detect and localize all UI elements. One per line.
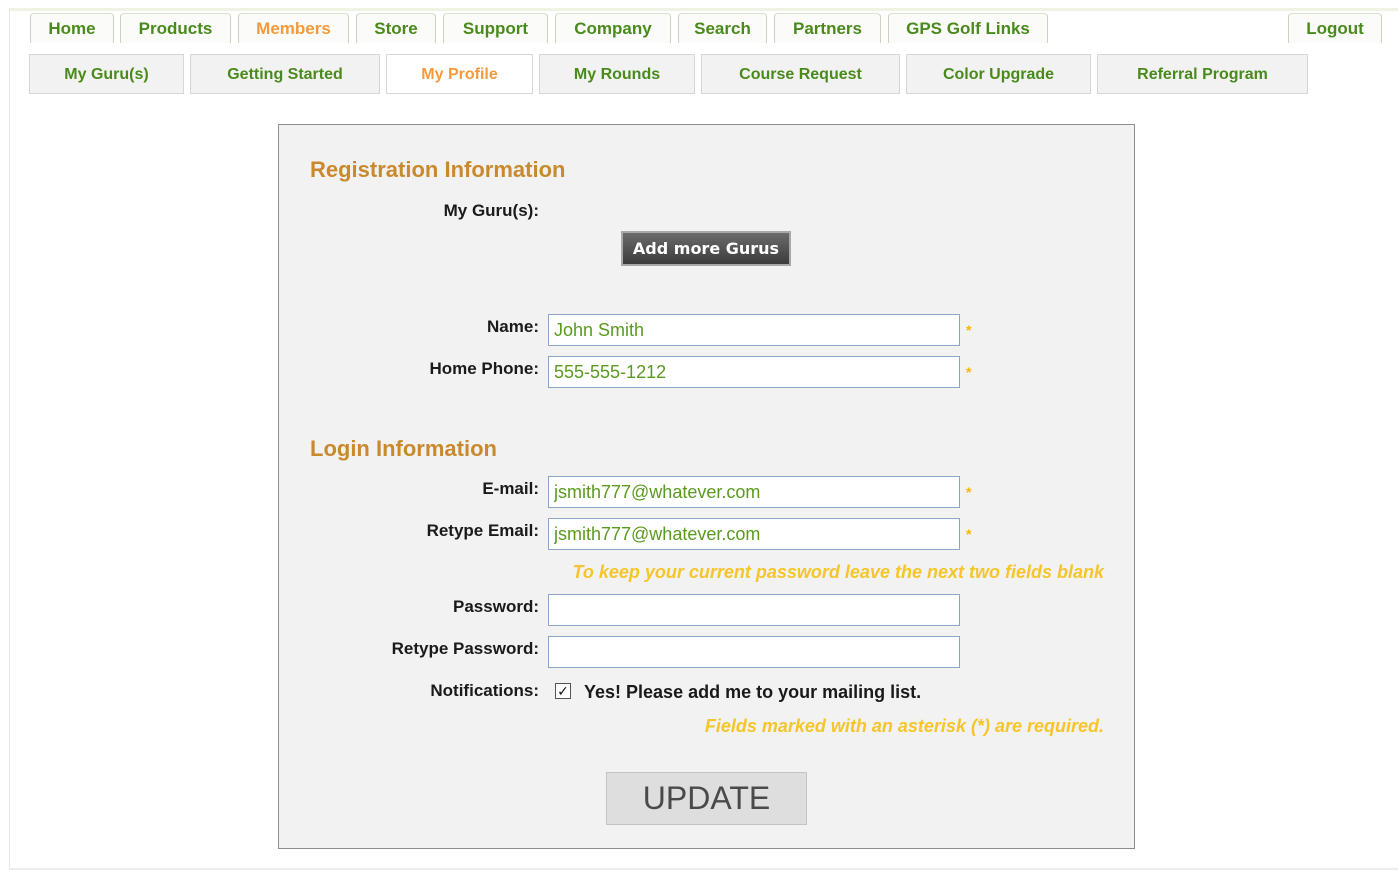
tab-gps-golf-links[interactable]: GPS Golf Links: [888, 13, 1048, 43]
subtab-my-rounds[interactable]: My Rounds: [539, 54, 695, 94]
mailing-list-label: Yes! Please add me to your mailing list.: [584, 682, 922, 702]
required-fields-note: Fields marked with an asterisk (*) are r…: [704, 716, 1104, 736]
name-label: Name:: [487, 317, 539, 336]
retype-email-label: Retype Email:: [426, 521, 539, 540]
name-field[interactable]: [548, 314, 960, 346]
gurus-label: My Guru(s):: [443, 201, 539, 220]
tab-partners[interactable]: Partners: [774, 13, 881, 43]
retype-email-field[interactable]: [548, 518, 960, 550]
password-hint: To keep your current password leave the …: [572, 562, 1104, 582]
name-required-asterisk: *: [966, 322, 972, 338]
tab-members[interactable]: Members: [238, 13, 349, 43]
notifications-label: Notifications:: [430, 681, 539, 700]
add-gurus-button[interactable]: Add more Gurus: [621, 231, 791, 266]
tab-store[interactable]: Store: [356, 13, 436, 43]
password-field[interactable]: [548, 594, 960, 626]
subtab-my-profile[interactable]: My Profile: [386, 54, 533, 94]
retype-password-field[interactable]: [548, 636, 960, 668]
retype-email-required-asterisk: *: [966, 526, 972, 542]
registration-title: Registration Information: [310, 157, 566, 182]
tab-support[interactable]: Support: [443, 13, 548, 43]
subtab-my-gurus[interactable]: My Guru(s): [29, 54, 184, 94]
retype-password-label: Retype Password:: [391, 639, 539, 658]
update-button[interactable]: UPDATE: [606, 772, 807, 825]
mailing-list-checkbox[interactable]: ✓: [555, 683, 571, 699]
phone-field[interactable]: [548, 356, 960, 388]
email-label: E-mail:: [482, 479, 539, 498]
email-field[interactable]: [548, 476, 960, 508]
logout-button[interactable]: Logout: [1288, 13, 1382, 43]
tab-products[interactable]: Products: [120, 13, 231, 43]
phone-required-asterisk: *: [966, 364, 972, 380]
subtab-color-upgrade[interactable]: Color Upgrade: [906, 54, 1091, 94]
subtab-getting-started[interactable]: Getting Started: [190, 54, 380, 94]
email-required-asterisk: *: [966, 484, 972, 500]
login-title: Login Information: [310, 436, 497, 461]
subtab-referral-program[interactable]: Referral Program: [1097, 54, 1308, 94]
check-icon: ✓: [557, 683, 569, 699]
tab-company[interactable]: Company: [555, 13, 671, 43]
phone-label: Home Phone:: [429, 359, 539, 378]
password-label: Password:: [453, 597, 539, 616]
tab-home[interactable]: Home: [30, 13, 114, 43]
subtab-course-request[interactable]: Course Request: [701, 54, 900, 94]
tab-search[interactable]: Search: [678, 13, 767, 43]
profile-form: Registration Information My Guru(s): Add…: [278, 124, 1135, 849]
